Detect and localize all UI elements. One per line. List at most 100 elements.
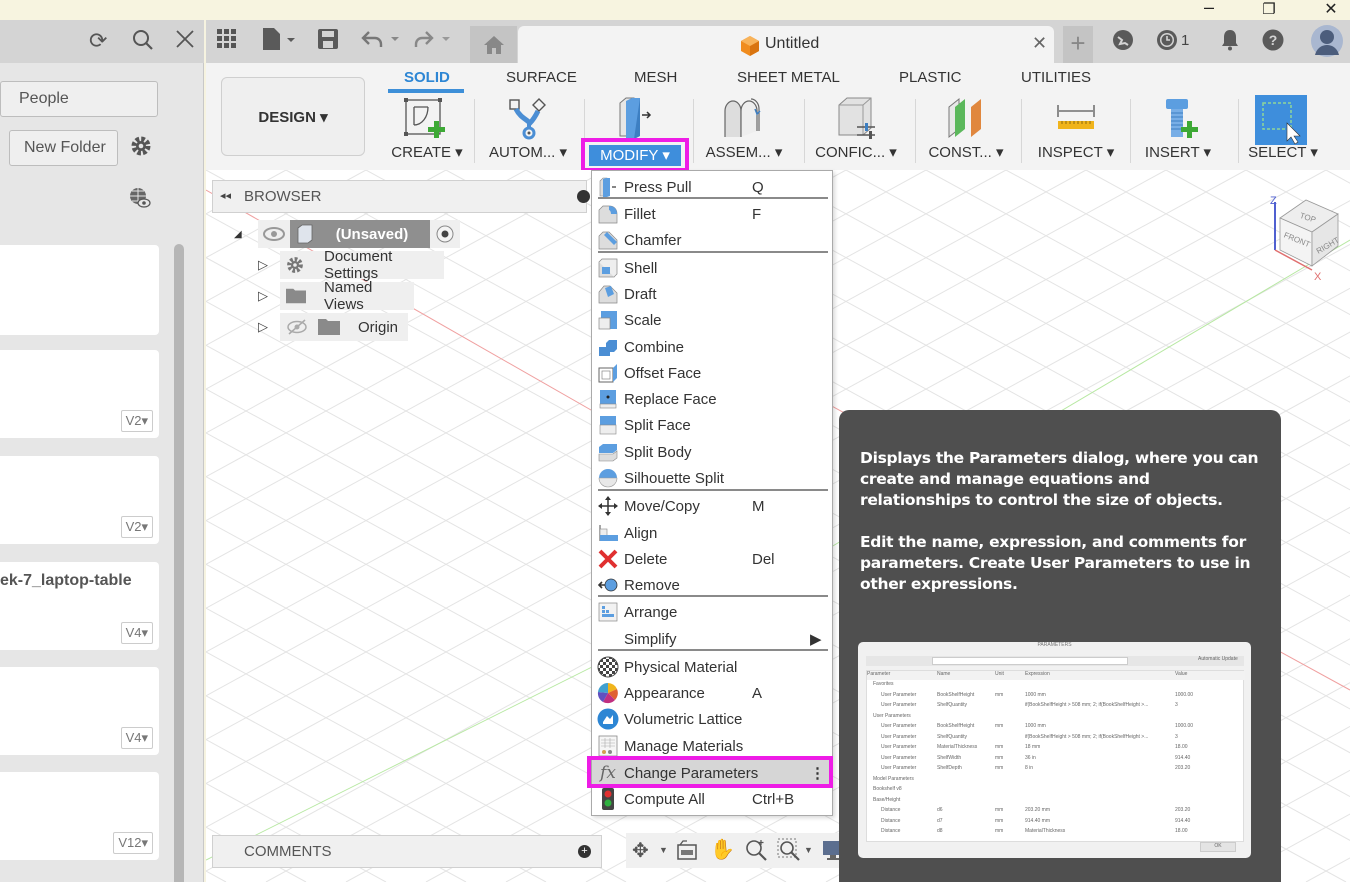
tab-plastic[interactable]: PLASTIC — [899, 69, 962, 86]
assemble-group[interactable]: ASSEM... ▾ — [699, 95, 789, 167]
modify-dropdown-button[interactable]: MODIFY ▾ — [589, 145, 681, 166]
menu-item-move-copy[interactable]: Move/Copy M — [592, 493, 832, 519]
redo-icon[interactable] — [412, 28, 452, 56]
document-tab[interactable]: Untitled ✕ — [518, 26, 1054, 63]
notifications-bell-icon[interactable] — [1220, 29, 1240, 57]
browser-item-named-views[interactable]: ▷ Named Views — [258, 279, 414, 313]
orbit-dropdown-icon[interactable]: ▼ — [659, 845, 668, 855]
tab-sheet-metal[interactable]: SHEET METAL — [737, 69, 840, 86]
zoom-icon[interactable] — [744, 838, 768, 867]
look-at-icon[interactable] — [676, 839, 698, 866]
scrollbar[interactable] — [174, 244, 184, 882]
new-folder-button[interactable]: New Folder — [9, 130, 118, 166]
menu-item-simplify[interactable]: Simplify ▶ — [592, 626, 832, 652]
restore-button[interactable]: ❐ — [1254, 0, 1284, 18]
help-icon[interactable]: ? — [1262, 29, 1284, 57]
save-icon[interactable] — [318, 29, 338, 55]
file-card[interactable]: ek-7_laptop-table V4▾ — [0, 562, 159, 650]
inspect-group[interactable]: INSPECT ▾ — [1026, 95, 1126, 167]
browser-item-document-settings[interactable]: ▷ Document Settings — [258, 248, 444, 282]
viewcube[interactable]: Z X TOP FRONT RIGHT — [1262, 190, 1344, 280]
minimize-button[interactable]: – — [1194, 0, 1224, 18]
orbit-icon[interactable]: ✥ — [632, 838, 649, 863]
version-dropdown[interactable]: V12▾ — [113, 832, 153, 854]
menu-item-silhouette-split[interactable]: Silhouette Split — [592, 465, 832, 491]
expand-triangle-icon[interactable]: ▷ — [258, 257, 268, 273]
menu-item-offset-face[interactable]: Offset Face — [592, 360, 832, 386]
menu-item-arrange[interactable]: Arrange — [592, 599, 832, 625]
file-card[interactable]: V12▾ — [0, 772, 159, 860]
menu-item-split-face[interactable]: Split Face — [592, 412, 832, 438]
expand-triangle-icon[interactable]: ▷ — [258, 319, 268, 335]
close-window-button[interactable]: ✕ — [1316, 0, 1346, 19]
version-dropdown[interactable]: V2▾ — [120, 516, 153, 538]
app-grid-icon[interactable] — [217, 29, 237, 55]
file-card[interactable]: V2▾ — [0, 350, 159, 438]
add-comment-icon[interactable]: + — [578, 845, 591, 858]
construct-group[interactable]: CONST... ▾ — [921, 95, 1011, 167]
close-panel-icon[interactable] — [174, 28, 196, 56]
close-tab-button[interactable]: ✕ — [1032, 33, 1047, 54]
browser-panel-header[interactable]: ◂◂ BROWSER — [212, 180, 590, 213]
menu-item-combine[interactable]: Combine — [592, 334, 832, 360]
menu-item-volumetric-lattice[interactable]: Volumetric Lattice — [592, 706, 832, 732]
create-group[interactable]: CREATE ▾ — [386, 95, 468, 167]
file-card[interactable]: V4▾ — [0, 667, 159, 755]
menu-item-delete[interactable]: Delete Del — [592, 546, 832, 572]
file-card[interactable]: V2▾ — [0, 456, 159, 544]
menu-item-remove[interactable]: Remove — [592, 572, 832, 598]
automate-group[interactable]: AUTOM... ▾ — [488, 95, 568, 167]
globe-visibility-icon[interactable] — [128, 186, 152, 215]
fit-zoom-icon[interactable] — [777, 838, 801, 867]
pan-hand-icon[interactable]: ✋ — [710, 837, 735, 862]
hidden-eye-icon[interactable] — [286, 319, 308, 335]
browser-root-node[interactable]: ◢ (Unsaved) — [234, 220, 460, 248]
expanded-triangle-icon[interactable]: ◢ — [234, 229, 242, 240]
tab-mesh[interactable]: MESH — [634, 69, 677, 86]
tab-surface[interactable]: SURFACE — [506, 69, 577, 86]
menu-item-physical-material[interactable]: Physical Material — [592, 654, 832, 680]
search-icon[interactable] — [131, 28, 155, 58]
job-status-icon[interactable] — [1156, 29, 1178, 57]
menu-item-shell[interactable]: Shell — [592, 255, 832, 281]
menu-item-split-body[interactable]: Split Body — [592, 439, 832, 465]
menu-item-scale[interactable]: Scale — [592, 307, 832, 333]
insert-group[interactable]: INSERT ▾ — [1138, 95, 1218, 167]
menu-item-fillet[interactable]: Fillet F — [592, 201, 832, 227]
new-tab-button[interactable]: + — [1063, 26, 1093, 63]
refresh-icon[interactable]: ⟳ — [89, 28, 107, 54]
select-group[interactable]: SELECT ▾ — [1243, 95, 1323, 167]
collapse-browser-icon[interactable]: ◂◂ — [220, 189, 231, 202]
version-dropdown[interactable]: V4▾ — [120, 622, 153, 644]
user-avatar[interactable] — [1311, 25, 1343, 63]
undo-icon[interactable] — [361, 28, 401, 56]
activate-radio-icon[interactable] — [436, 225, 454, 243]
configure-group[interactable]: CONFIC... ▾ — [811, 95, 901, 167]
version-dropdown[interactable]: V4▾ — [120, 727, 153, 749]
menu-item-draft[interactable]: Draft — [592, 281, 832, 307]
preview-cell: 1000.00 — [1175, 691, 1194, 698]
browser-minimize-icon[interactable] — [577, 190, 590, 203]
menu-item-appearance[interactable]: Appearance A — [592, 680, 832, 706]
menu-item-chamfer[interactable]: Chamfer — [592, 227, 832, 253]
zoom-dropdown-icon[interactable]: ▼ — [804, 845, 813, 855]
browser-item-origin[interactable]: ▷ Origin — [258, 313, 408, 341]
root-component-chip[interactable]: (Unsaved) — [289, 220, 430, 248]
settings-gear-icon[interactable] — [129, 134, 153, 163]
file-menu-icon[interactable] — [261, 27, 297, 57]
file-card[interactable] — [0, 245, 159, 335]
comments-panel-header[interactable]: COMMENTS + — [212, 835, 602, 868]
menu-item-press-pull[interactable]: Press Pull Q — [592, 174, 832, 200]
tab-solid[interactable]: SOLID — [404, 69, 450, 86]
tab-utilities[interactable]: UTILITIES — [1021, 69, 1091, 86]
visibility-eye-icon[interactable] — [262, 226, 286, 242]
home-button[interactable] — [470, 26, 517, 63]
extensions-icon[interactable] — [1112, 29, 1134, 57]
menu-item-compute-all[interactable]: Compute All Ctrl+B — [592, 786, 832, 812]
expand-triangle-icon[interactable]: ▷ — [258, 288, 268, 304]
version-dropdown[interactable]: V2▾ — [120, 410, 153, 432]
workspace-switcher[interactable]: DESIGN ▾ — [221, 77, 365, 156]
menu-item-align[interactable]: Align — [592, 520, 832, 546]
menu-item-replace-face[interactable]: Replace Face — [592, 386, 832, 412]
people-button[interactable]: People — [0, 81, 158, 117]
